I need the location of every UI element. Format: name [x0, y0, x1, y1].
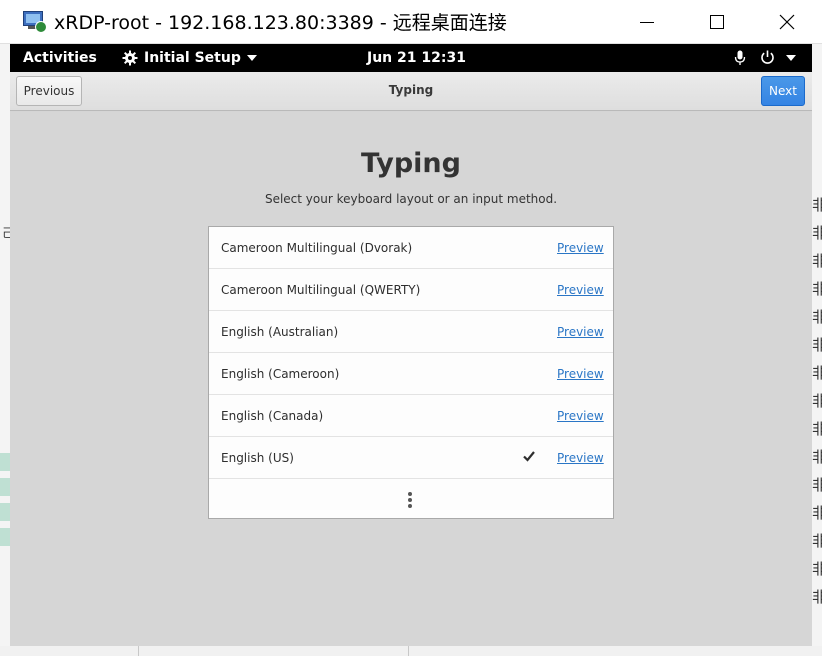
background-stripe: [0, 528, 10, 546]
layout-row[interactable]: English (Cameroon) Preview: [209, 353, 613, 395]
gear-icon: [122, 50, 138, 66]
background-desktop-bottom: [0, 646, 822, 656]
layout-row[interactable]: Cameroon Multilingual (Dvorak) Preview: [209, 227, 613, 269]
layout-row[interactable]: English (Canada) Preview: [209, 395, 613, 437]
background-glyph: 非: [812, 252, 822, 270]
background-glyph: 非: [812, 336, 822, 354]
setup-header-bar: Previous Typing Next: [10, 72, 812, 111]
layout-name: Cameroon Multilingual (QWERTY): [221, 283, 421, 297]
activities-button[interactable]: Activities: [23, 50, 97, 66]
background-stripe: [0, 478, 10, 496]
minimize-button[interactable]: [612, 0, 682, 44]
maximize-button[interactable]: [682, 0, 752, 44]
next-button[interactable]: Next: [761, 76, 805, 106]
window-title: xRDP-root - 192.168.123.80:3389 - 远程桌面连接: [54, 12, 507, 34]
remote-desktop-area[interactable]: Activities Initial Setup Jun 21 12:31 Pr…: [10, 44, 812, 646]
background-glyph: 非: [812, 364, 822, 382]
preview-link[interactable]: Preview: [557, 451, 604, 465]
close-icon: [779, 14, 795, 30]
background-glyph: 非: [812, 308, 822, 326]
layout-row[interactable]: English (Australian) Preview: [209, 311, 613, 353]
microphone-icon[interactable]: [734, 50, 746, 66]
minimize-icon: [640, 22, 654, 23]
close-button[interactable]: [752, 0, 822, 44]
layout-name: Cameroon Multilingual (Dvorak): [221, 241, 413, 255]
background-stripe: [0, 453, 10, 471]
layout-name: English (Australian): [221, 325, 339, 339]
preview-link[interactable]: Preview: [557, 409, 604, 423]
preview-link[interactable]: Preview: [557, 241, 604, 255]
layout-row[interactable]: Cameroon Multilingual (QWERTY) Preview: [209, 269, 613, 311]
layout-row-selected[interactable]: English (US) Preview: [209, 437, 613, 479]
background-glyph: 非: [812, 560, 822, 578]
checkmark-icon: [523, 451, 535, 462]
background-glyph: 非: [812, 420, 822, 438]
app-menu-button[interactable]: Initial Setup: [122, 50, 257, 66]
app-menu-label: Initial Setup: [144, 50, 241, 66]
background-glyph: 非: [812, 224, 822, 242]
preview-link[interactable]: Preview: [557, 283, 604, 297]
vertical-ellipsis-icon: [408, 492, 412, 508]
background-desktop-right: 非非非非非非非非非非非非非非非: [812, 44, 822, 656]
system-menu-chevron-icon[interactable]: [786, 55, 796, 61]
header-title: Typing: [388, 83, 434, 97]
background-glyph: 非: [812, 392, 822, 410]
page-subtitle: Select your keyboard layout or an input …: [264, 192, 558, 206]
background-glyph: 非: [812, 448, 822, 466]
typing-page: Typing Select your keyboard layout or an…: [10, 112, 812, 646]
preview-link[interactable]: Preview: [557, 367, 604, 381]
page-title: Typing: [361, 148, 461, 179]
maximize-icon: [710, 15, 724, 29]
background-divider: [138, 646, 139, 656]
preview-link[interactable]: Preview: [557, 325, 604, 339]
background-glyph: 非: [812, 476, 822, 494]
show-more-row[interactable]: [209, 479, 613, 519]
layout-name: English (US): [221, 451, 294, 465]
layout-name: English (Cameroon): [221, 367, 340, 381]
chevron-down-icon: [246, 55, 257, 61]
background-glyph: 非: [812, 588, 822, 606]
rdp-window-titlebar[interactable]: xRDP-root - 192.168.123.80:3389 - 远程桌面连接: [0, 0, 822, 44]
gnome-top-bar: Activities Initial Setup Jun 21 12:31: [10, 44, 812, 72]
background-glyph: 非: [812, 196, 822, 214]
background-divider: [408, 646, 409, 656]
window-controls: [612, 0, 822, 44]
background-stripe: [0, 503, 10, 521]
background-desktop-left: 己: [0, 44, 14, 656]
background-glyph: 非: [812, 504, 822, 522]
background-glyph: 非: [812, 532, 822, 550]
clock[interactable]: Jun 21 12:31: [367, 50, 466, 66]
background-glyph: 非: [812, 280, 822, 298]
power-icon[interactable]: [760, 50, 775, 65]
remote-desktop-icon: [22, 9, 48, 35]
keyboard-layout-list: Cameroon Multilingual (Dvorak) Preview C…: [208, 226, 614, 519]
layout-name: English (Canada): [221, 409, 324, 423]
